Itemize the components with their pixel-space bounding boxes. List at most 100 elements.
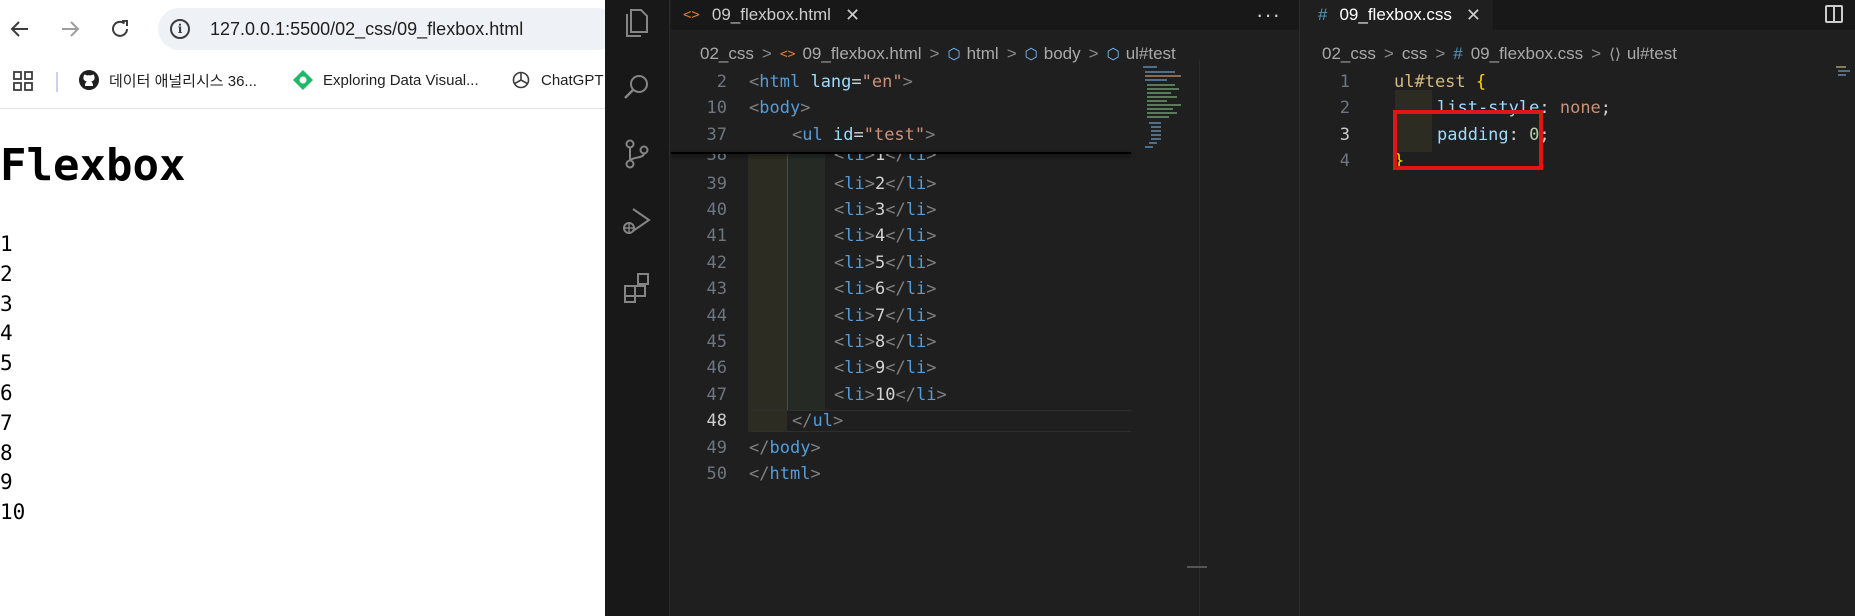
line-number: 2 xyxy=(1339,98,1350,118)
code-line[interactable]: <li>8</li> xyxy=(834,332,936,352)
line-number: 42 xyxy=(706,253,727,273)
scrollbar[interactable] xyxy=(1199,60,1200,616)
line-number: 44 xyxy=(706,306,727,326)
tab-html-file[interactable]: <> 09_flexbox.html ✕ xyxy=(683,0,860,30)
web-page-content: Flexbox 1 2 3 4 5 6 7 8 9 10 xyxy=(0,110,605,616)
breadcrumb-item[interactable]: 09_flexbox.html xyxy=(802,44,921,64)
address-bar[interactable]: i 127.0.0.1:5500/02_css/09_flexbox.html xyxy=(158,8,605,50)
url-text[interactable]: 127.0.0.1:5500/02_css/09_flexbox.html xyxy=(210,19,523,40)
line-number: 37 xyxy=(706,125,727,145)
rendered-list: 1 2 3 4 5 6 7 8 9 10 xyxy=(0,230,25,528)
list-item: 7 xyxy=(0,410,13,435)
code-line[interactable]: </html> xyxy=(749,464,821,484)
site-info-icon[interactable]: i xyxy=(170,19,190,39)
back-button[interactable] xyxy=(0,9,40,49)
diamond-logo-icon xyxy=(293,70,313,90)
toolbar-divider xyxy=(0,108,605,109)
code-line[interactable]: <li>9</li> xyxy=(834,358,936,378)
breadcrumb-item[interactable]: css xyxy=(1402,44,1428,64)
arrow-right-icon xyxy=(62,21,80,37)
line-number: 50 xyxy=(706,464,727,484)
run-debug-icon[interactable] xyxy=(619,203,655,239)
code-line[interactable]: </ul> xyxy=(792,411,843,431)
code-line[interactable]: <li>4</li> xyxy=(834,226,936,246)
forward-button[interactable] xyxy=(50,9,90,49)
breadcrumb-item[interactable]: body xyxy=(1044,44,1081,64)
tab-label: 09_flexbox.css xyxy=(1339,5,1452,24)
element-cube-icon: ⬡ xyxy=(1024,46,1038,63)
chevron-right-icon: > xyxy=(1383,44,1394,63)
code-line[interactable]: <ul id="test"> xyxy=(792,125,935,145)
code-line[interactable]: <li>3</li> xyxy=(834,200,936,220)
breadcrumb-item[interactable]: ul#test xyxy=(1627,44,1677,64)
more-actions-button[interactable]: ··· xyxy=(1256,2,1281,28)
line-number: 3 xyxy=(1339,125,1350,145)
source-control-icon[interactable] xyxy=(619,136,655,172)
code-line[interactable]: <li>10</li> xyxy=(834,385,947,405)
arrow-left-icon xyxy=(10,21,28,37)
code-line[interactable]: <li>5</li> xyxy=(834,253,936,273)
chatgpt-icon xyxy=(512,71,530,89)
line-number: 43 xyxy=(706,279,727,299)
tab-label: 09_flexbox.html xyxy=(711,5,831,24)
bookmark-item[interactable]: 데이터 애널리시스 36... xyxy=(78,68,257,92)
line-number: 46 xyxy=(706,358,727,378)
code-line[interactable]: <li>2</li> xyxy=(834,174,936,194)
code-line[interactable]: <li>1</li> xyxy=(834,154,936,165)
scrollbar-thumb[interactable] xyxy=(1187,566,1207,568)
css-file-icon: # xyxy=(1453,44,1463,63)
code-line[interactable]: </body> xyxy=(749,438,821,458)
split-editor-icon[interactable] xyxy=(1825,5,1843,23)
code-line[interactable]: <li>6</li> xyxy=(834,279,936,299)
minimap[interactable] xyxy=(1836,66,1852,78)
line-number: 47 xyxy=(706,385,727,405)
breadcrumb-item[interactable]: 02_css xyxy=(700,44,754,64)
close-icon[interactable]: ✕ xyxy=(845,5,860,26)
indent-guide xyxy=(787,152,825,410)
html-file-icon: <> xyxy=(779,46,796,62)
list-item: 3 xyxy=(0,291,13,316)
code-line[interactable]: ul#test { xyxy=(1394,72,1486,92)
line-number: 40 xyxy=(706,200,727,220)
code-line[interactable]: <body> xyxy=(749,98,810,118)
browser-toolbar: i 127.0.0.1:5500/02_css/09_flexbox.html xyxy=(0,0,605,58)
bookmarks-bar: 데이터 애널리시스 36... Exploring Data Visual...… xyxy=(0,62,605,98)
list-item: 6 xyxy=(0,380,13,405)
page-heading: Flexbox xyxy=(0,140,186,191)
explorer-icon[interactable] xyxy=(619,4,655,40)
bookmark-item[interactable]: Exploring Data Visual... xyxy=(292,68,479,92)
vscode-window: <> 09_flexbox.html ✕ ··· 02_css > <> 09_… xyxy=(605,0,1855,616)
list-item: 10 xyxy=(0,500,26,525)
breadcrumb-item[interactable]: html xyxy=(967,44,999,64)
extensions-icon[interactable] xyxy=(619,270,655,306)
breadcrumb-item[interactable]: ul#test xyxy=(1126,44,1176,64)
line-number: 2 xyxy=(716,72,727,92)
bookmark-label: ChatGPT xyxy=(541,71,604,89)
search-icon[interactable] xyxy=(619,70,655,106)
bookmark-item[interactable]: ChatGPT xyxy=(510,68,604,92)
apps-grid-icon[interactable] xyxy=(13,71,33,91)
line-number: 41 xyxy=(706,226,727,246)
line-number: 1 xyxy=(1339,72,1350,92)
breadcrumb-item[interactable]: 09_flexbox.css xyxy=(1471,44,1583,64)
minimap[interactable] xyxy=(1143,66,1191,176)
close-icon[interactable]: ✕ xyxy=(1466,5,1481,26)
chevron-right-icon: > xyxy=(1591,44,1602,63)
reload-button[interactable] xyxy=(100,9,140,49)
html-file-icon: <> xyxy=(683,7,700,23)
chevron-right-icon: > xyxy=(1088,44,1099,63)
chevron-right-icon: > xyxy=(1435,44,1446,63)
chevron-right-icon: > xyxy=(929,44,940,63)
element-cube-icon: ⬡ xyxy=(1106,46,1120,63)
breadcrumb-item[interactable]: 02_css xyxy=(1322,44,1376,64)
selector-icon: ⟨⟩ xyxy=(1609,46,1621,63)
reload-icon xyxy=(112,20,128,37)
css-file-icon: # xyxy=(1318,5,1328,24)
browser-window: i 127.0.0.1:5500/02_css/09_flexbox.html … xyxy=(0,0,605,616)
code-line[interactable]: <li>7</li> xyxy=(834,306,936,326)
code-line[interactable]: <html lang="en"> xyxy=(749,72,913,92)
breadcrumb: 02_css > css > # 09_flexbox.css > ⟨⟩ ul#… xyxy=(1322,42,1677,66)
tab-bar: # 09_flexbox.css ✕ xyxy=(1300,0,1855,30)
tab-css-file[interactable]: # 09_flexbox.css ✕ xyxy=(1300,0,1494,30)
line-number: 48 xyxy=(706,411,727,431)
